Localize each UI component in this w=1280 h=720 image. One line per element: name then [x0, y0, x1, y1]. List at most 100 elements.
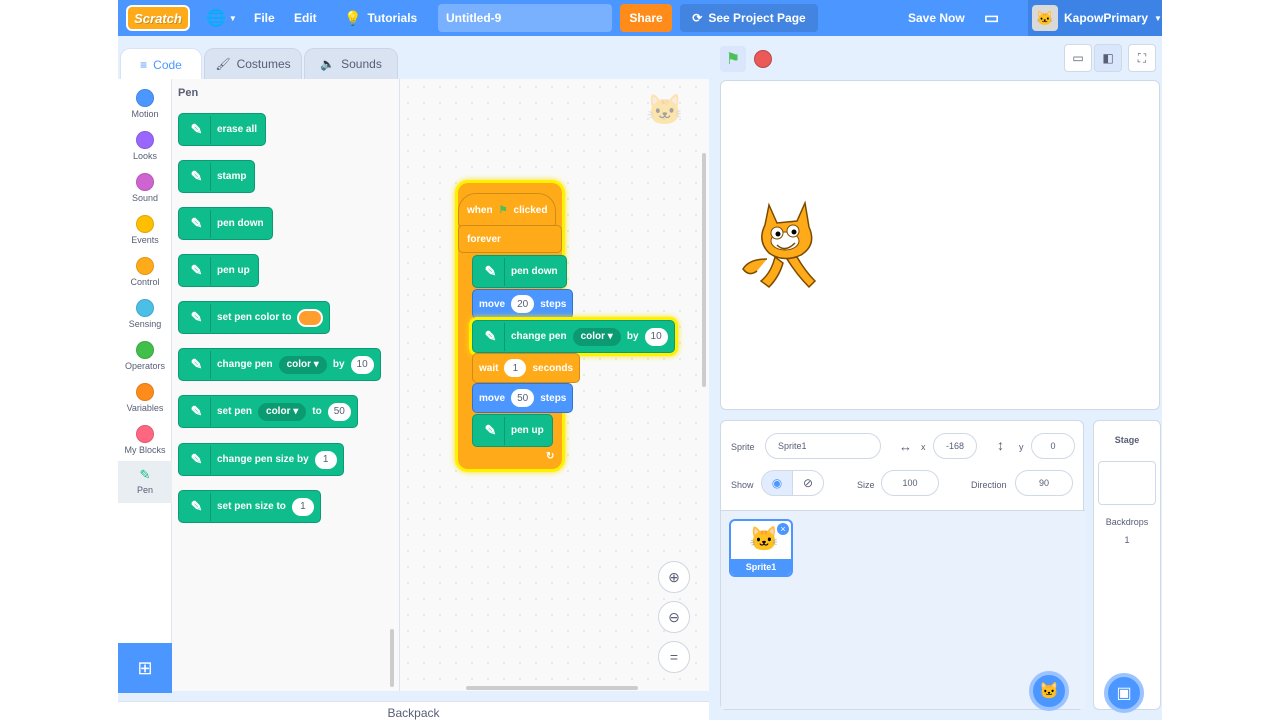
- logo-text: Scratch: [134, 10, 182, 26]
- block-set-pen-color[interactable]: ✎ set pen color to: [178, 301, 331, 334]
- add-sprite-button[interactable]: 🐱: [1029, 671, 1069, 711]
- tab-code[interactable]: ≡ Code: [120, 48, 202, 80]
- show-visible-button[interactable]: ◉: [761, 470, 793, 496]
- category-sound[interactable]: Sound: [118, 167, 172, 209]
- delete-sprite-button[interactable]: ×: [777, 523, 789, 535]
- block-stamp[interactable]: ✎ stamp: [178, 160, 256, 193]
- sprite-card[interactable]: 🐱 × Sprite1: [729, 519, 793, 577]
- block-move-steps[interactable]: move 50 steps: [472, 383, 574, 413]
- tab-sounds-label: Sounds: [341, 57, 382, 71]
- save-now-button[interactable]: Save Now: [908, 0, 965, 36]
- tutorials-button[interactable]: 💡 Tutorials: [344, 0, 417, 36]
- add-extension-icon: ⊞: [137, 657, 153, 678]
- user-menu[interactable]: 🐱 KapowPrimary ▼: [1028, 0, 1162, 36]
- add-extension-button[interactable]: ⊞: [118, 643, 172, 693]
- folder-icon[interactable]: ▭: [984, 0, 999, 36]
- number-input[interactable]: 50: [511, 389, 535, 407]
- see-project-page-button[interactable]: ⟳ See Project Page: [680, 4, 818, 32]
- block-label: wait: [479, 362, 499, 374]
- x-field[interactable]: -168: [933, 433, 977, 459]
- block-label: pen up: [217, 265, 250, 276]
- small-stage-icon: ▭: [1072, 51, 1084, 65]
- block-pen-down[interactable]: ✎ pen down: [178, 207, 273, 240]
- number-input[interactable]: 1: [291, 497, 314, 516]
- category-label: Sound: [131, 193, 159, 203]
- category-my-blocks[interactable]: My Blocks: [118, 419, 172, 461]
- direction-field[interactable]: 90: [1015, 470, 1073, 496]
- stop-button[interactable]: [754, 50, 772, 68]
- param-dropdown[interactable]: color ▾: [572, 327, 621, 346]
- stage-selector[interactable]: Stage Backdrops 1 ▣: [1093, 420, 1161, 713]
- category-pen[interactable]: ✎ Pen: [118, 461, 172, 503]
- block-change-pen-by[interactable]: ✎ change pen color ▾ by 10: [178, 348, 381, 381]
- workspace-horizontal-scrollbar[interactable]: [466, 686, 638, 690]
- number-input[interactable]: 20: [511, 295, 535, 313]
- language-menu[interactable]: 🌐 ▼: [206, 0, 237, 36]
- share-button[interactable]: Share: [620, 4, 672, 32]
- add-backdrop-button[interactable]: ▣: [1104, 673, 1144, 713]
- zoom-reset-button[interactable]: =: [658, 641, 690, 673]
- category-operators[interactable]: Operators: [118, 335, 172, 377]
- block-pen-up[interactable]: ✎ pen up: [472, 414, 553, 447]
- block-wait-seconds[interactable]: wait 1 seconds: [472, 353, 581, 383]
- y-field[interactable]: 0: [1031, 433, 1075, 459]
- block-set-pen-size[interactable]: ✎ set pen size to 1: [178, 490, 321, 523]
- cat-sprite-icon: [742, 200, 817, 289]
- stage-canvas[interactable]: [720, 80, 1160, 410]
- cat-sprite-icon: 🐱: [749, 526, 779, 553]
- green-flag-button[interactable]: ⚑: [720, 46, 746, 72]
- block-change-pen-size[interactable]: ✎ change pen size by 1: [178, 443, 344, 476]
- show-hidden-button[interactable]: ⊘: [792, 470, 824, 496]
- direction-label: Direction: [971, 480, 1007, 490]
- stage-thumbnail[interactable]: [1098, 461, 1156, 505]
- category-control[interactable]: Control: [118, 251, 172, 293]
- file-menu[interactable]: File: [254, 0, 275, 36]
- category-variables[interactable]: Variables: [118, 377, 172, 419]
- fullscreen-button[interactable]: ⛶: [1128, 44, 1156, 72]
- zoom-out-button[interactable]: ⊖: [658, 601, 690, 633]
- sprite-name-field[interactable]: Sprite1: [765, 433, 881, 459]
- equals-icon: =: [669, 649, 679, 665]
- number-input[interactable]: 50: [327, 402, 351, 421]
- param-dropdown[interactable]: color ▾: [258, 402, 307, 421]
- block-label: steps: [540, 298, 567, 310]
- tab-sounds[interactable]: 🔈 Sounds: [304, 48, 398, 80]
- block-when-flag-clicked[interactable]: when ⚑ clicked: [458, 193, 556, 227]
- eye-slash-icon: ⊘: [802, 476, 814, 490]
- color-swatch[interactable]: [297, 308, 324, 327]
- block-label: when: [467, 204, 493, 216]
- backpack[interactable]: Backpack: [118, 701, 709, 720]
- number-input[interactable]: 10: [644, 327, 668, 346]
- script-workspace[interactable]: 🐱 when ⚑ clicked forever ✎ pen down move 20 s…: [400, 79, 709, 691]
- category-looks[interactable]: Looks: [118, 125, 172, 167]
- number-input[interactable]: 10: [350, 355, 374, 374]
- tab-costumes[interactable]: 🖌 Costumes: [204, 48, 302, 80]
- zoom-in-button[interactable]: ⊕: [658, 561, 690, 593]
- normal-stage-button[interactable]: ◧: [1094, 44, 1122, 72]
- category-events[interactable]: Events: [118, 209, 172, 251]
- block-erase-all[interactable]: ✎ erase all: [178, 113, 267, 146]
- horizontal-arrows-icon: ↔: [899, 439, 912, 454]
- palette-section-title: Pen: [178, 87, 199, 99]
- param-dropdown[interactable]: color ▾: [278, 355, 327, 374]
- block-change-pen-by[interactable]: ✎ change pen color ▾ by 10: [472, 320, 675, 353]
- workspace-vertical-scrollbar[interactable]: [702, 153, 706, 387]
- sprite-thumbnail-icon: 🐱: [646, 94, 684, 127]
- scratch-logo[interactable]: Scratch: [126, 5, 190, 31]
- block-move-steps[interactable]: move 20 steps: [472, 289, 574, 319]
- category-motion[interactable]: Motion: [118, 83, 172, 125]
- tab-costumes-label: Costumes: [236, 57, 291, 71]
- category-sensing[interactable]: Sensing: [118, 293, 172, 335]
- number-input[interactable]: 1: [504, 359, 527, 377]
- block-set-pen-to[interactable]: ✎ set pen color ▾ to 50: [178, 395, 358, 428]
- block-pen-down[interactable]: ✎ pen down: [472, 255, 567, 288]
- project-title-input[interactable]: Untitled-9: [438, 4, 612, 32]
- pen-icon: ✎: [183, 397, 211, 426]
- size-field[interactable]: 100: [881, 470, 939, 496]
- number-input[interactable]: 1: [314, 450, 337, 469]
- edit-menu[interactable]: Edit: [294, 0, 317, 36]
- small-stage-button[interactable]: ▭: [1064, 44, 1092, 72]
- palette-scrollbar[interactable]: [390, 629, 394, 687]
- block-pen-up[interactable]: ✎ pen up: [178, 254, 259, 287]
- block-forever[interactable]: forever: [458, 225, 562, 253]
